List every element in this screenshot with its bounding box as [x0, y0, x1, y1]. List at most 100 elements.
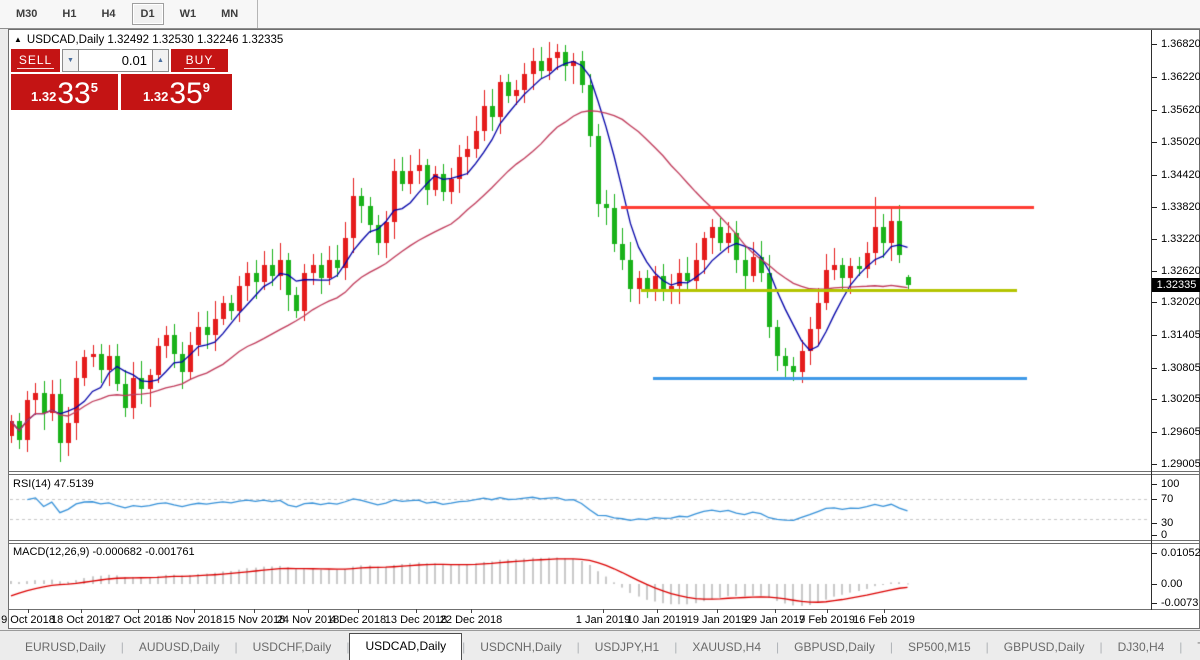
date-axis-label: 19 Jan 2019: [687, 614, 748, 626]
price-axis-tick: [1152, 399, 1157, 400]
date-axis-label: 9 Oct 2018: [1, 614, 55, 626]
tab-tech100-h1[interactable]: TECH100,H1: [1182, 636, 1200, 660]
rsi-axis-label: 100: [1161, 478, 1179, 490]
chart-title: ▲ USDCAD,Daily 1.32492 1.32530 1.32246 1.…: [14, 34, 283, 46]
buy-price-box[interactable]: 1.32 35 9: [121, 74, 232, 110]
tab-sp500-m15[interactable]: SP500,M15: [893, 636, 986, 660]
sell-price-sup: 5: [91, 80, 98, 95]
tab-gbpusd-daily[interactable]: GBPUSD,Daily: [989, 636, 1100, 660]
timeframe-button-w1[interactable]: W1: [171, 3, 206, 25]
price-axis-tick: [1152, 77, 1157, 78]
date-axis-tick: [28, 609, 29, 613]
volume-down-icon: ▼: [67, 57, 74, 64]
timeframe-toolbar: M30 H1 H4 D1 W1 MN: [0, 0, 1200, 29]
rsi-panel-top-border: [9, 474, 1200, 475]
macd-axis-label: -0.0073: [1161, 597, 1198, 609]
timeframe-button-h1[interactable]: H1: [53, 3, 85, 25]
volume-input[interactable]: [79, 49, 152, 72]
tab-usdcad-daily[interactable]: USDCAD,Daily: [349, 633, 462, 660]
tab-gbpusd-daily[interactable]: GBPUSD,Daily: [779, 636, 890, 660]
date-axis-tick: [603, 609, 604, 613]
price-axis-label: 1.36820: [1161, 38, 1200, 50]
date-axis-tick: [308, 609, 309, 613]
toolbar-separator: [257, 0, 258, 28]
date-axis-label: 7 Feb 2019: [799, 614, 855, 626]
date-axis-tick: [194, 609, 195, 613]
price-axis-label: 1.34420: [1161, 169, 1200, 181]
macd-axis-tick: [1152, 553, 1157, 554]
rsi-axis-label: 0: [1161, 529, 1167, 541]
date-axis-tick: [471, 609, 472, 613]
volume-up-icon: ▲: [157, 57, 164, 64]
timeframe-button-mn[interactable]: MN: [212, 3, 247, 25]
tab-xauusd-h4[interactable]: XAUUSD,H4: [677, 636, 776, 660]
date-axis-tick: [416, 609, 417, 613]
date-axis-label: 18 Oct 2018: [51, 614, 111, 626]
rsi-axis-tick: [1152, 484, 1157, 485]
price-axis-label: 1.29005: [1161, 458, 1200, 470]
macd-axis-tick: [1152, 603, 1157, 604]
volume-decrease-button[interactable]: ▼: [62, 49, 79, 72]
tab-usdcnh-daily[interactable]: USDCNH,Daily: [465, 636, 576, 660]
price-axis-label: 1.35020: [1161, 136, 1200, 148]
price-axis-tick: [1152, 239, 1157, 240]
timeframe-button-m30[interactable]: M30: [7, 3, 46, 25]
current-price-tag: 1.32335: [1152, 278, 1200, 292]
date-axis-label: 29 Jan 2019: [745, 614, 806, 626]
tab-dj30-h4[interactable]: DJ30,H4: [1103, 636, 1180, 660]
tab-usdchf-daily[interactable]: USDCHF,Daily: [238, 636, 347, 660]
date-axis-label: 1 Jan 2019: [576, 614, 630, 626]
chart-title-text: USDCAD,Daily 1.32492 1.32530 1.32246 1.3…: [27, 34, 283, 46]
date-axis-tick: [358, 609, 359, 613]
price-axis-tick: [1152, 302, 1157, 303]
date-axis-label: 22 Dec 2018: [440, 614, 502, 626]
date-axis-tick: [657, 609, 658, 613]
rsi-indicator-canvas[interactable]: [10, 475, 1148, 540]
price-axis-tick: [1152, 368, 1157, 369]
price-axis-tick: [1152, 432, 1157, 433]
rsi-axis-label: 30: [1161, 517, 1173, 529]
sell-price-big: 33: [57, 81, 90, 107]
date-axis-tick: [775, 609, 776, 613]
rsi-axis-tick: [1152, 499, 1157, 500]
price-axis-label: 1.30205: [1161, 393, 1200, 405]
date-axis-border: [9, 609, 1200, 610]
rsi-axis-label: 70: [1161, 493, 1173, 505]
rsi-axis-tick: [1152, 523, 1157, 524]
chart-window: ▲ USDCAD,Daily 1.32492 1.32530 1.32246 1.…: [8, 29, 1200, 629]
price-axis-label: 1.36220: [1161, 71, 1200, 83]
price-axis-tick: [1152, 271, 1157, 272]
price-axis-tick: [1152, 44, 1157, 45]
price-axis-label: 1.32020: [1161, 296, 1200, 308]
sell-price-small: 1.32: [31, 89, 56, 104]
rsi-axis-tick: [1152, 535, 1157, 536]
price-axis-tick: [1152, 335, 1157, 336]
sell-price-box[interactable]: 1.32 33 5: [11, 74, 118, 110]
date-axis-tick: [717, 609, 718, 613]
tab-audusd-daily[interactable]: AUDUSD,Daily: [124, 636, 235, 660]
macd-label: MACD(12,26,9) -0.000682 -0.001761: [13, 546, 195, 558]
mt4-terminal: M30 H1 H4 D1 W1 MN ▲ USDCAD,Daily 1.32492 1.32…: [0, 0, 1200, 660]
date-axis-label: 27 Oct 2018: [108, 614, 168, 626]
volume-increase-button[interactable]: ▲: [152, 49, 169, 72]
rsi-macd-splitter[interactable]: [9, 540, 1200, 541]
one-click-trade-panel: SELL ▼ ▲ BUY 1.32 33 5 1.32 35 9: [11, 49, 235, 110]
date-axis-label: 13 Dec 2018: [385, 614, 447, 626]
price-axis-tick: [1152, 175, 1157, 176]
price-axis-tick: [1152, 464, 1157, 465]
sell-button[interactable]: SELL: [11, 49, 60, 72]
rsi-label: RSI(14) 47.5139: [13, 478, 94, 490]
tab-eurusd-daily[interactable]: EURUSD,Daily: [10, 636, 121, 660]
timeframe-button-d1[interactable]: D1: [132, 3, 164, 25]
buy-button[interactable]: BUY: [171, 49, 228, 72]
date-axis-tick: [138, 609, 139, 613]
price-axis-label: 1.33220: [1161, 233, 1200, 245]
date-axis-tick: [884, 609, 885, 613]
main-rsi-splitter[interactable]: [9, 471, 1200, 472]
timeframe-button-h4[interactable]: H4: [92, 3, 124, 25]
chart-tab-bar: EURUSD,Daily|AUDUSD,Daily|USDCHF,Daily|U…: [0, 630, 1200, 660]
tab-usdjpy-h1[interactable]: USDJPY,H1: [580, 636, 674, 660]
collapse-icon[interactable]: ▲: [14, 35, 22, 44]
price-axis-label: 1.30805: [1161, 362, 1200, 374]
date-axis-label: 6 Nov 2018: [166, 614, 222, 626]
